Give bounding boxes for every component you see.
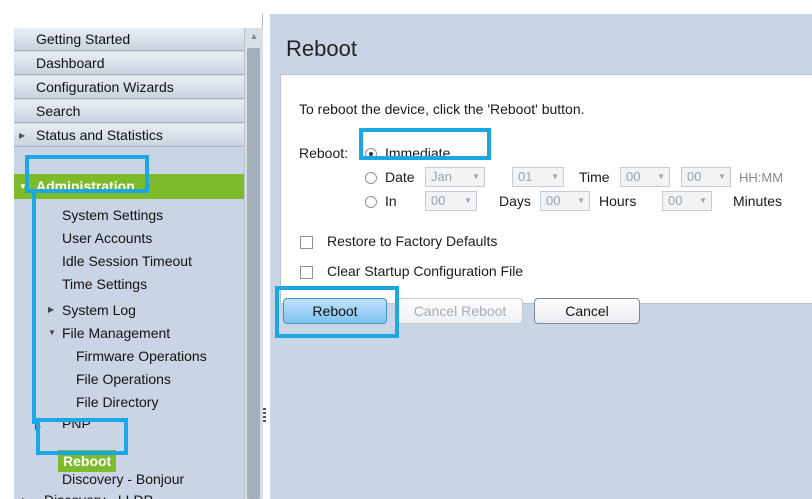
nav-system-settings[interactable]: System Settings xyxy=(62,205,163,225)
restore-factory-label: Restore to Factory Defaults xyxy=(327,233,498,249)
nav-getting-started[interactable]: Getting Started xyxy=(14,28,245,51)
reboot-button[interactable]: Reboot xyxy=(283,298,387,324)
nav-firmware-operations[interactable]: Firmware Operations xyxy=(76,346,207,366)
scroll-up-icon[interactable]: ▲ xyxy=(245,28,263,44)
nav-pnp[interactable]: PNP xyxy=(62,414,91,428)
date-day-select[interactable]: 01 ▼ xyxy=(512,167,564,187)
callout-connector xyxy=(32,192,36,424)
instruction-text: To reboot the device, click the 'Reboot'… xyxy=(299,101,585,117)
sidebar: Getting Started Dashboard Configuration … xyxy=(0,14,263,499)
nav-configuration-wizards[interactable]: Configuration Wizards xyxy=(14,76,245,99)
date-label: Date xyxy=(385,169,415,185)
page-title: Reboot xyxy=(286,36,357,61)
nav-discovery-bonjour[interactable]: Discovery - Bonjour xyxy=(62,469,184,489)
main-content: Reboot To reboot the device, click the '… xyxy=(270,14,812,499)
nav-user-accounts[interactable]: User Accounts xyxy=(62,228,152,248)
clear-startup-label: Clear Startup Configuration File xyxy=(327,263,524,279)
time-format-hint: HH:MM xyxy=(739,170,784,185)
resize-handle-icon[interactable] xyxy=(263,408,266,424)
reboot-field-label: Reboot: xyxy=(299,145,349,161)
nav-file-directory[interactable]: File Directory xyxy=(76,392,158,412)
nav-status-and-statistics[interactable]: Status and Statistics xyxy=(14,124,245,147)
nav-time-settings[interactable]: Time Settings xyxy=(62,274,147,294)
chevron-down-icon: ▼ xyxy=(551,172,559,181)
app-frame: Getting Started Dashboard Configuration … xyxy=(0,0,812,499)
chevron-down-icon: ▼ xyxy=(657,172,665,181)
date-day-value: 01 xyxy=(518,169,533,184)
chevron-down-icon: ▼ xyxy=(464,196,472,205)
expand-icon[interactable]: ▶ xyxy=(48,305,54,314)
time-hour-value: 00 xyxy=(626,169,641,184)
in-days-select[interactable]: 00 ▼ xyxy=(425,191,477,211)
chevron-down-icon: ▼ xyxy=(718,172,726,181)
chevron-down-icon: ▼ xyxy=(577,196,585,205)
date-month-value: Jan xyxy=(431,169,452,184)
chevron-down-icon: ▼ xyxy=(472,172,480,181)
restore-factory-checkbox[interactable] xyxy=(300,236,313,249)
time-label: Time xyxy=(579,169,610,185)
nav-tree: Getting Started Dashboard Configuration … xyxy=(14,28,245,499)
nav-search[interactable]: Search xyxy=(14,100,245,123)
reboot-panel: To reboot the device, click the 'Reboot'… xyxy=(280,74,812,304)
cancel-reboot-button[interactable]: Cancel Reboot xyxy=(397,298,523,324)
radio-in[interactable] xyxy=(365,196,377,208)
nav-file-management[interactable]: File Management xyxy=(62,323,170,343)
nav-discovery-lldp[interactable]: Discovery - LLDP xyxy=(44,490,153,499)
nav-system-log[interactable]: System Log xyxy=(62,300,136,320)
radio-immediate[interactable] xyxy=(365,148,377,160)
scroll-thumb[interactable] xyxy=(247,48,260,499)
in-days-value: 00 xyxy=(431,193,446,208)
hours-label: Hours xyxy=(599,193,637,209)
nav-file-operations[interactable]: File Operations xyxy=(76,369,171,389)
days-label: Days xyxy=(499,193,531,209)
in-minutes-value: 00 xyxy=(668,193,683,208)
collapse-icon[interactable]: ▼ xyxy=(48,328,56,337)
in-minutes-select[interactable]: 00 ▼ xyxy=(662,191,712,211)
nav-administration[interactable]: Administration xyxy=(14,174,245,199)
minutes-label: Minutes xyxy=(733,193,783,209)
immediate-label: Immediate xyxy=(385,145,451,161)
top-cropped-text xyxy=(0,0,812,14)
time-hour-select[interactable]: 00 ▼ xyxy=(620,167,670,187)
clear-startup-checkbox[interactable] xyxy=(300,266,313,279)
in-label: In xyxy=(385,193,397,209)
date-month-select[interactable]: Jan ▼ xyxy=(425,167,485,187)
chevron-down-icon: ▼ xyxy=(699,196,707,205)
time-minute-value: 00 xyxy=(687,169,702,184)
nav-scrollbar[interactable]: ▲ xyxy=(244,28,263,499)
radio-date[interactable] xyxy=(365,172,377,184)
cancel-button[interactable]: Cancel xyxy=(534,298,640,324)
time-minute-select[interactable]: 00 ▼ xyxy=(681,167,731,187)
in-hours-select[interactable]: 00 ▼ xyxy=(540,191,590,211)
in-hours-value: 00 xyxy=(546,193,561,208)
nav-dashboard[interactable]: Dashboard xyxy=(14,52,245,75)
nav-idle-session-timeout[interactable]: Idle Session Timeout xyxy=(62,251,192,271)
